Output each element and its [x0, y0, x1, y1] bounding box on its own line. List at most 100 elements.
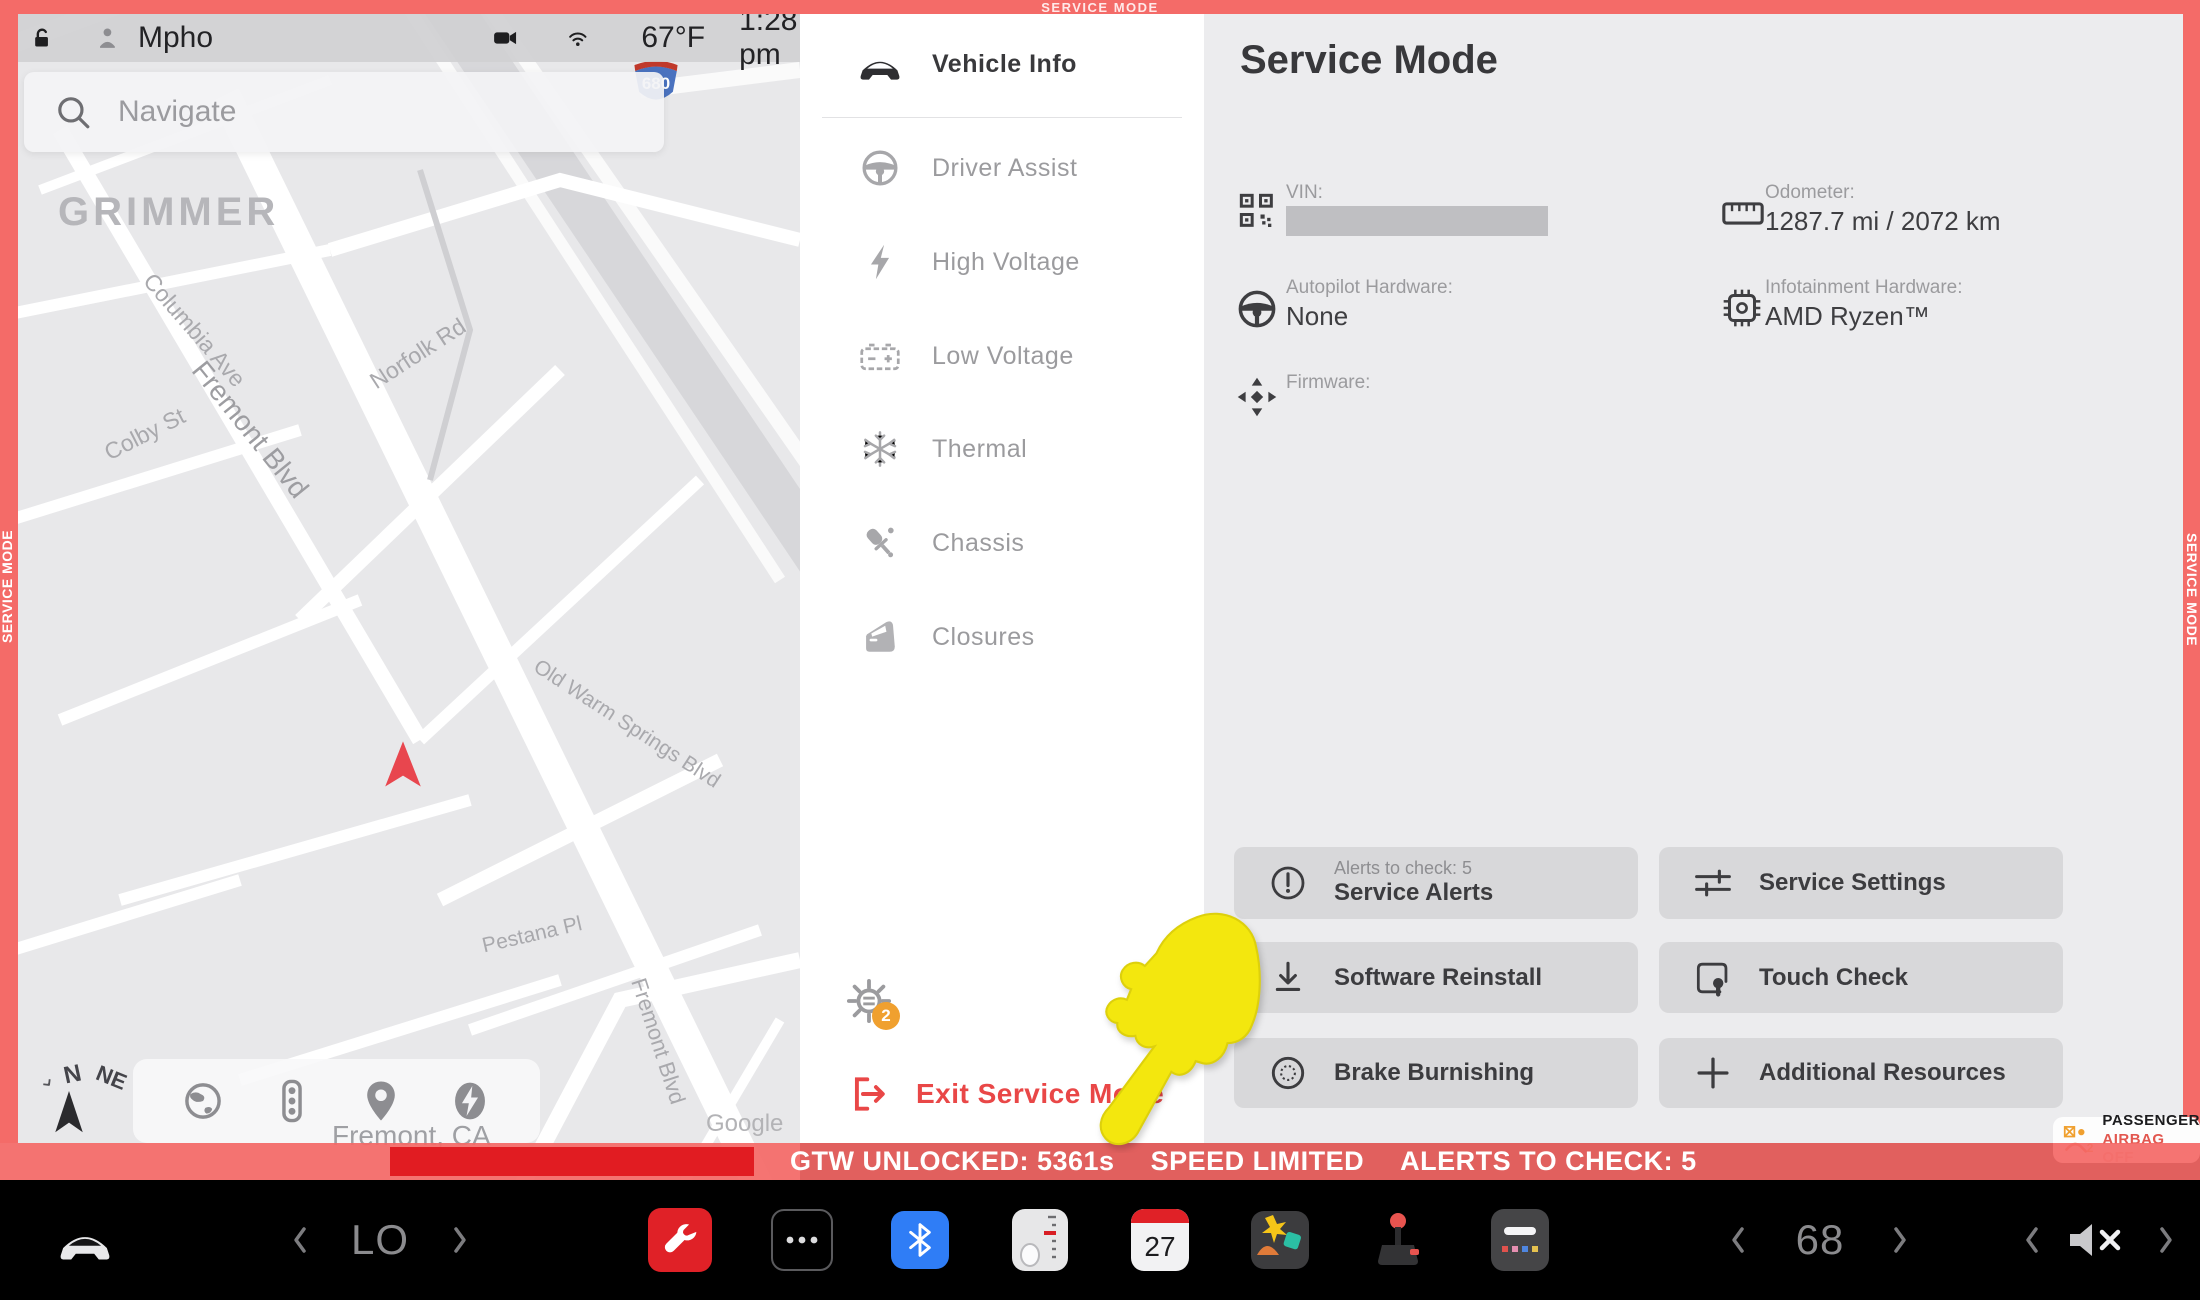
profile-name[interactable]: Mpho — [138, 21, 213, 55]
touch-icon — [1693, 959, 1733, 997]
search-icon — [54, 93, 92, 131]
vin-qr-icon — [1238, 192, 1278, 232]
vehicle-info-panel: Service Mode VIN: Odometer: 1287.7 mi / … — [1204, 14, 2183, 1143]
menu-item-closures[interactable]: Closures — [800, 590, 1204, 684]
vin-redacted-value — [1286, 206, 1548, 236]
tesla-service-mode-screen: GRIMMER Columbia Ave Fremont Blvd Norfol… — [0, 0, 2200, 1300]
exit-service-mode-button[interactable]: Exit Service Mode — [850, 1064, 1190, 1124]
menu-item-label: Closures — [932, 623, 1035, 652]
bluetooth-app[interactable] — [888, 1180, 952, 1300]
service-menu-panel: Vehicle Info Driver Assist High Voltage — [800, 14, 1204, 1143]
door-icon — [858, 618, 902, 656]
calendar-header — [1131, 1209, 1189, 1223]
menu-item-label: High Voltage — [932, 248, 1080, 277]
sliders-icon — [1693, 866, 1733, 900]
theater-app[interactable] — [1248, 1180, 1312, 1300]
street-label-grimmer: GRIMMER — [58, 190, 279, 235]
compass-ne: NE — [92, 1060, 130, 1096]
service-notifications[interactable]: 2 — [846, 978, 916, 1048]
passenger-temp-up-button[interactable] — [1880, 1180, 1920, 1300]
vehicle-controls-button[interactable] — [40, 1180, 130, 1300]
toybox-app[interactable] — [1488, 1180, 1552, 1300]
menu-item-label: Thermal — [932, 435, 1027, 464]
unlocked-icon[interactable] — [32, 18, 51, 58]
menu-divider — [822, 117, 1182, 118]
menu-item-label: Chassis — [932, 529, 1024, 558]
globe-icon[interactable] — [180, 1078, 226, 1124]
battery-icon — [858, 339, 902, 373]
app-launcher-button[interactable] — [770, 1180, 834, 1300]
wrench-icon — [660, 1220, 700, 1260]
cpu-chip-icon — [1722, 288, 1762, 328]
gauge-app[interactable] — [1008, 1180, 1072, 1300]
navigation-search[interactable] — [24, 72, 664, 152]
menu-item-high-voltage[interactable]: High Voltage — [800, 215, 1204, 309]
wifi-icon[interactable] — [566, 21, 590, 55]
gtw-unlocked-status: GTW UNLOCKED: 5361s — [790, 1146, 1115, 1177]
menu-item-chassis[interactable]: Chassis — [800, 496, 1204, 590]
brake-disc-icon — [1268, 1054, 1308, 1092]
vehicle-location-arrow — [382, 740, 424, 792]
touch-check-button[interactable]: Touch Check — [1659, 942, 2063, 1013]
action-label: Service Settings — [1759, 869, 1946, 897]
service-settings-button[interactable]: Service Settings — [1659, 847, 2063, 919]
lightning-icon — [858, 242, 902, 282]
menu-item-low-voltage[interactable]: Low Voltage — [800, 309, 1204, 403]
driver-temp-display[interactable]: LO — [330, 1180, 430, 1300]
airbag-line1: PASSENGER — [2102, 1112, 2200, 1131]
toybox-icon-bar — [1504, 1227, 1536, 1235]
service-alert-bar: GTW UNLOCKED: 5361s SPEED LIMITED ALERTS… — [0, 1143, 2200, 1180]
shock-absorber-icon — [858, 523, 902, 563]
menu-item-driver-assist[interactable]: Driver Assist — [800, 121, 1204, 215]
menu-item-thermal[interactable]: Thermal — [800, 402, 1204, 496]
calendar-app[interactable]: 27 — [1128, 1180, 1192, 1300]
driver-temp-up-button[interactable] — [440, 1180, 480, 1300]
arcade-app[interactable] — [1368, 1180, 1432, 1300]
software-reinstall-button[interactable]: Software Reinstall — [1234, 942, 1638, 1013]
search-input[interactable] — [116, 94, 640, 130]
odometer-ruler-icon — [1722, 198, 1764, 228]
action-label: Additional Resources — [1759, 1059, 2006, 1087]
alerts-to-check-status: ALERTS TO CHECK: 5 — [1400, 1146, 1697, 1177]
notification-badge: 2 — [872, 1002, 900, 1030]
calendar-day: 27 — [1144, 1223, 1175, 1271]
theater-icon — [1251, 1211, 1309, 1269]
gauge-icon — [1012, 1209, 1068, 1271]
passenger-temp-display[interactable]: 68 — [1770, 1180, 1870, 1300]
map-area[interactable]: GRIMMER Columbia Ave Fremont Blvd Norfol… — [0, 0, 800, 1189]
supercharger-icon[interactable] — [447, 1078, 493, 1124]
passenger-temp-down-button[interactable] — [1718, 1180, 1758, 1300]
speed-limited-status: SPEED LIMITED — [1151, 1146, 1365, 1177]
car-icon — [858, 45, 902, 83]
infotainment-value: AMD Ryzen™ — [1765, 301, 1930, 332]
volume-up-button[interactable] — [2146, 1180, 2186, 1300]
menu-item-vehicle-info[interactable]: Vehicle Info — [800, 17, 1204, 111]
clock: 1:28 pm — [739, 4, 800, 72]
map-roads — [0, 0, 800, 1189]
traffic-light-icon[interactable] — [269, 1078, 315, 1124]
toybox-icon-keys — [1502, 1245, 1538, 1253]
service-mode-banner-left-label: SERVICE MODE — [0, 533, 15, 643]
map-pin-icon[interactable] — [358, 1078, 404, 1124]
additional-resources-button[interactable]: Additional Resources — [1659, 1038, 2063, 1108]
snowflake-icon — [858, 429, 902, 469]
menu-item-label: Low Voltage — [932, 342, 1074, 371]
volume-muted-indicator[interactable] — [2058, 1180, 2142, 1300]
brake-burnishing-button[interactable]: Brake Burnishing — [1234, 1038, 1638, 1108]
profile-icon[interactable] — [99, 22, 116, 54]
service-mode-banner-label: SERVICE MODE — [1041, 0, 1158, 15]
dashcam-icon[interactable] — [493, 22, 518, 54]
service-app-active[interactable] — [646, 1180, 714, 1300]
car-status-icon — [57, 1217, 113, 1263]
driver-temp-down-button[interactable] — [280, 1180, 320, 1300]
taskbar: LO — [0, 1180, 2200, 1300]
service-mode-border-right: SERVICE MODE — [2183, 0, 2200, 1143]
vin-label: VIN: — [1286, 182, 1323, 204]
action-label: Software Reinstall — [1334, 964, 1542, 992]
volume-down-button[interactable] — [2012, 1180, 2052, 1300]
service-alerts-button[interactable]: Alerts to check: 5 Service Alerts — [1234, 847, 1638, 919]
compass[interactable]: ⌄ N NE — [28, 1055, 128, 1145]
joystick-icon — [1374, 1211, 1426, 1269]
map-attribution: Google — [706, 1110, 783, 1138]
ellipsis-icon — [785, 1235, 819, 1245]
